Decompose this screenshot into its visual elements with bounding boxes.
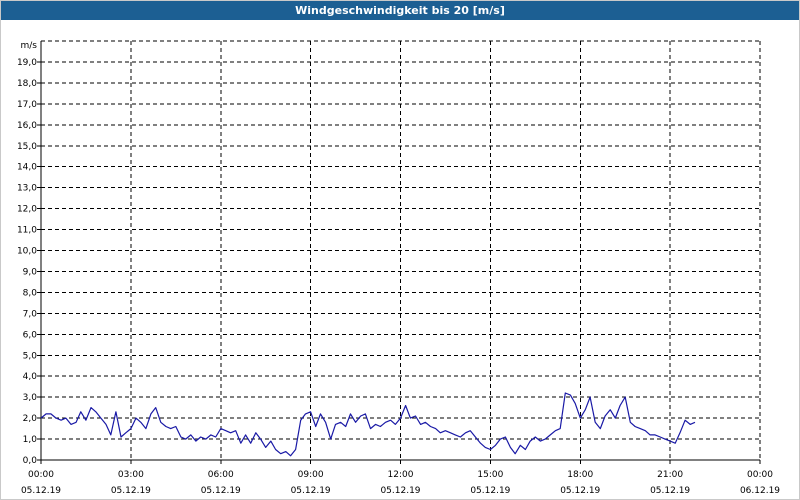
y-tick-label: 7,0 <box>23 309 38 319</box>
y-tick-label: 8,0 <box>23 288 38 298</box>
x-tick-date: 05.12.19 <box>470 486 510 496</box>
y-tick-label: 17,0 <box>17 100 37 110</box>
x-tick-time: 15:00 <box>477 470 503 480</box>
x-tick-time: 00:00 <box>747 470 773 480</box>
x-tick-date: 05.12.19 <box>201 486 241 496</box>
x-tick-time: 03:00 <box>118 470 144 480</box>
y-tick-label: 10,0 <box>17 247 37 257</box>
chart-window: 0,0 1,0 2,0 3,0 4,0 5,0 6,0 7,0 8,0 9,0 10,0 11,0 12… <box>0 0 800 500</box>
x-tick-date: 05.12.19 <box>380 486 420 496</box>
y-tick-label: 4,0 <box>23 372 38 382</box>
y-tick-label: 11,0 <box>17 226 37 236</box>
x-tick-time: 12:00 <box>388 470 414 480</box>
x-tick-time: 00:00 <box>28 470 54 480</box>
y-tick-label: 15,0 <box>17 142 37 152</box>
x-tick-date: 05.12.19 <box>111 486 151 496</box>
x-tick-date: 05.12.19 <box>560 486 600 496</box>
y-tick-label: 13,0 <box>17 184 37 194</box>
y-tick-label: 0,0 <box>23 456 38 466</box>
y-axis-unit: m/s <box>21 41 38 51</box>
x-tick-time: 06:00 <box>208 470 234 480</box>
axes <box>37 41 761 464</box>
y-tick-label: 19,0 <box>17 58 37 68</box>
x-tick-date: 05.12.19 <box>291 486 331 496</box>
series <box>40 392 696 457</box>
x-tick-date: 05.12.19 <box>650 486 690 496</box>
grid <box>41 40 761 460</box>
y-tick-label: 3,0 <box>23 393 38 403</box>
y-tick-label: 16,0 <box>17 121 37 131</box>
y-tick-label: 5,0 <box>23 351 38 361</box>
y-tick-label: 12,0 <box>17 205 37 215</box>
y-tick-label: 9,0 <box>23 267 38 277</box>
y-tick-label: 2,0 <box>23 414 38 424</box>
wind-speed-line <box>40 392 696 457</box>
x-tick-time: 18:00 <box>567 470 593 480</box>
wind-speed-chart: 0,0 1,0 2,0 3,0 4,0 5,0 6,0 7,0 8,0 9,0 10,0 11,0 12… <box>17 40 780 496</box>
x-tick-date: 06.12.19 <box>740 486 780 496</box>
y-tick-label: 1,0 <box>23 435 38 445</box>
y-tick-label: 18,0 <box>17 79 37 89</box>
x-tick-time: 21:00 <box>657 470 683 480</box>
x-tick-date: 05.12.19 <box>21 486 61 496</box>
y-tick-label: 14,0 <box>17 163 37 173</box>
chart-title: Windgeschwindigkeit bis 20 [m/s] <box>1 1 799 20</box>
x-tick-time: 09:00 <box>298 470 324 480</box>
y-tick-label: 6,0 <box>23 330 38 340</box>
